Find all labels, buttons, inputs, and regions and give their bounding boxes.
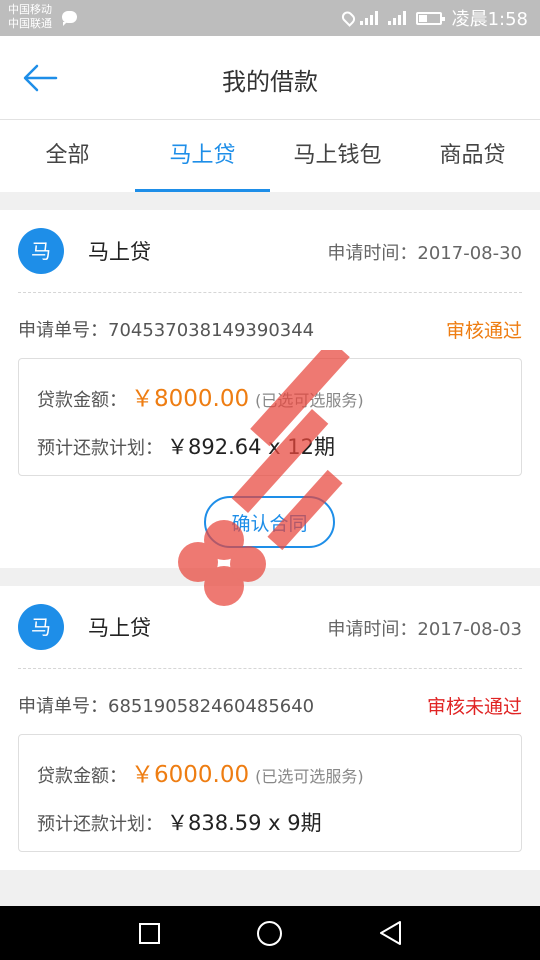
order-number: 申请单号：685190582460485640 [18, 696, 315, 717]
title-bar: 我的借款 [0, 36, 540, 120]
product-name: 马上贷 [88, 240, 151, 264]
status-badge: 审核通过 [445, 320, 522, 342]
system-nav-bar [0, 906, 540, 960]
amount-row: 贷款金额： ￥8000.00 (已选可选服务) [37, 379, 364, 413]
chat-icon [62, 11, 77, 26]
plan-label: 预计还款计划： [37, 814, 163, 835]
product-name: 马上贷 [88, 616, 151, 640]
page-title: 我的借款 [222, 68, 318, 96]
amount-note: (已选可选服务) [255, 391, 364, 410]
plan-value: ￥838.59 x 9期 [167, 811, 322, 835]
carrier-2: 中国联通 [8, 17, 52, 30]
product-avatar: 马 [18, 604, 64, 650]
tab-goods-loan[interactable]: 商品贷 [405, 120, 540, 192]
loan-card[interactable]: 马 马上贷 申请时间：2017-08-03 申请单号：6851905824604… [0, 586, 540, 870]
location-icon [339, 9, 357, 27]
status-icons: 凌晨1:58 [339, 6, 528, 30]
carrier-info: 中国移动 中国联通 [8, 3, 52, 31]
confirm-contract-button[interactable]: 确认合同 [204, 496, 335, 548]
apply-time: 申请时间：2017-08-30 [327, 243, 522, 264]
loan-detail-box: 贷款金额： ￥6000.00 (已选可选服务) 预计还款计划： ￥838.59 x 9… [18, 734, 522, 852]
amount-label: 贷款金额： [37, 390, 127, 411]
repayment-plan-row: 预计还款计划： ￥892.64 x 12期 [37, 431, 335, 461]
tab-mashang-wallet[interactable]: 马上钱包 [270, 120, 405, 192]
tab-all[interactable]: 全部 [0, 120, 135, 192]
amount-label: 贷款金额： [37, 766, 127, 787]
signal-icon-1 [359, 11, 382, 25]
loan-detail-box: 贷款金额： ￥8000.00 (已选可选服务) 预计还款计划： ￥892.64 x 1… [18, 358, 522, 476]
status-badge: 审核未通过 [426, 696, 522, 718]
amount-value: ￥8000.00 [131, 386, 250, 412]
signal-icon-2 [387, 11, 410, 25]
product-avatar: 马 [18, 228, 64, 274]
tab-mashangdai[interactable]: 马上贷 [135, 120, 270, 192]
triangle-back-icon[interactable] [378, 920, 402, 946]
order-number: 申请单号：704537038149390344 [18, 320, 315, 341]
apply-time: 申请时间：2017-08-03 [327, 619, 522, 640]
tab-bar: 全部 马上贷 马上钱包 商品贷 [0, 120, 540, 192]
carrier-1: 中国移动 [8, 3, 52, 16]
amount-note: (已选可选服务) [255, 767, 364, 786]
status-bar: 中国移动 中国联通 凌晨1:58 [0, 0, 540, 36]
circle-icon[interactable] [257, 921, 282, 946]
clock: 凌晨1:58 [451, 9, 528, 30]
battery-icon [415, 11, 445, 25]
divider [18, 292, 522, 293]
plan-value: ￥892.64 x 12期 [167, 435, 335, 459]
square-icon[interactable] [139, 923, 160, 944]
divider [18, 668, 522, 669]
loan-card[interactable]: 马 马上贷 申请时间：2017-08-30 申请单号：7045370381493… [0, 210, 540, 568]
plan-label: 预计还款计划： [37, 438, 163, 459]
repayment-plan-row: 预计还款计划： ￥838.59 x 9期 [37, 807, 322, 837]
amount-row: 贷款金额： ￥6000.00 (已选可选服务) [37, 755, 364, 789]
amount-value: ￥6000.00 [131, 762, 250, 788]
